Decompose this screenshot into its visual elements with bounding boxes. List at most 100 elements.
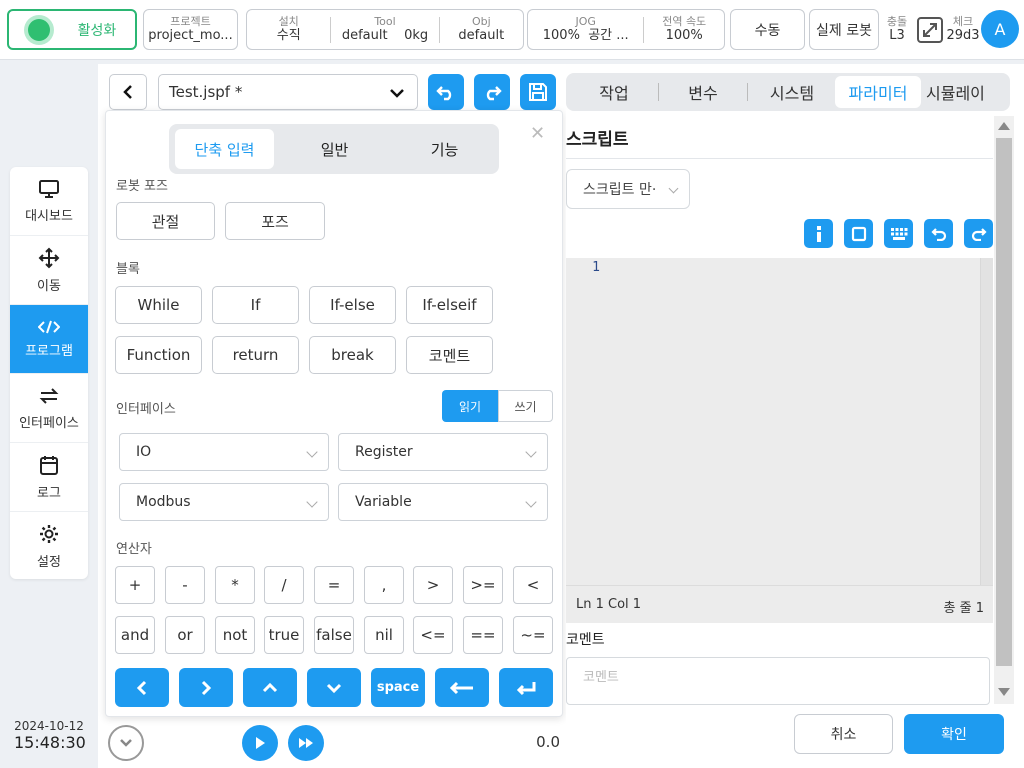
- op-comma-button[interactable]: ,: [364, 566, 404, 604]
- variable-select[interactable]: Variable: [338, 483, 548, 521]
- script-undo-button[interactable]: [924, 219, 953, 248]
- close-icon[interactable]: ✕: [530, 123, 545, 144]
- if-elseif-button[interactable]: If-elseif: [406, 286, 493, 324]
- op-false-button[interactable]: false: [314, 616, 354, 654]
- sidebar: 대시보드 이동 프로그램 인터페이스 로그 설정: [10, 167, 88, 579]
- project-button[interactable]: 프로젝트 project_mo...: [143, 9, 238, 50]
- chevron-down-icon: [390, 89, 404, 98]
- calendar-icon: [40, 455, 58, 475]
- tab-variables[interactable]: 변수: [661, 77, 745, 107]
- joint-button[interactable]: 관절: [116, 202, 215, 240]
- cursor-down-button[interactable]: [307, 668, 361, 707]
- real-robot-button[interactable]: 실제 로봇: [809, 9, 879, 50]
- divider: [566, 158, 993, 159]
- op-equals-button[interactable]: =: [314, 566, 354, 604]
- cancel-button[interactable]: 취소: [794, 714, 893, 754]
- tab-general[interactable]: 일반: [285, 129, 384, 169]
- save-button[interactable]: [520, 74, 556, 110]
- back-button[interactable]: [109, 74, 147, 110]
- tool-settings-box[interactable]: 설치 수직 Tool default 0kg Obj default: [246, 9, 524, 50]
- sidebar-item-log[interactable]: 로그: [10, 443, 88, 512]
- sidebar-item-move[interactable]: 이동: [10, 236, 88, 305]
- cursor-up-button[interactable]: [243, 668, 297, 707]
- if-else-button[interactable]: If-else: [309, 286, 396, 324]
- read-toggle[interactable]: 읽기: [442, 390, 498, 422]
- sidebar-item-interface[interactable]: 인터페이스: [10, 374, 88, 443]
- comment-button[interactable]: 코멘트: [406, 336, 493, 374]
- activate-button[interactable]: 활성화: [7, 9, 137, 50]
- op-plus-button[interactable]: +: [115, 566, 155, 604]
- op-less-button[interactable]: <: [513, 566, 553, 604]
- op-not-equal-button[interactable]: ~=: [513, 616, 553, 654]
- op-true-button[interactable]: true: [264, 616, 304, 654]
- scroll-down-icon[interactable]: [998, 688, 1010, 696]
- collision-level[interactable]: 충돌 L3: [882, 13, 912, 47]
- op-greater-button[interactable]: >: [413, 566, 453, 604]
- op-or-button[interactable]: or: [165, 616, 205, 654]
- op-multiply-button[interactable]: *: [215, 566, 255, 604]
- sidebar-item-dashboard[interactable]: 대시보드: [10, 167, 88, 236]
- avatar[interactable]: A: [981, 10, 1019, 48]
- op-minus-button[interactable]: -: [165, 566, 205, 604]
- modbus-select[interactable]: Modbus: [119, 483, 329, 521]
- top-bar: 활성화 프로젝트 project_mo... 설치 수직 Tool defaul…: [0, 0, 1024, 60]
- chevron-down-icon: [326, 683, 342, 693]
- while-button[interactable]: While: [115, 286, 202, 324]
- chevron-down-circle-icon: [120, 739, 132, 747]
- redo-button[interactable]: [474, 74, 510, 110]
- play-button[interactable]: [242, 725, 278, 761]
- confirm-button[interactable]: 확인: [904, 714, 1004, 754]
- sidebar-item-settings[interactable]: 설정: [10, 512, 88, 579]
- op-not-button[interactable]: not: [215, 616, 255, 654]
- speed-value: 100%: [665, 27, 703, 43]
- tab-quick-input[interactable]: 단축 입력: [175, 129, 274, 169]
- tab-parameters[interactable]: 파라미터: [835, 76, 921, 108]
- op-equal-equal-button[interactable]: ==: [463, 616, 503, 654]
- chevron-down-icon: [306, 446, 318, 458]
- script-type-select[interactable]: 스크립트 만·: [566, 169, 690, 209]
- fullscreen-button[interactable]: [844, 219, 873, 248]
- editor-scrollbar[interactable]: [980, 258, 993, 585]
- sidebar-item-program[interactable]: 프로그램: [10, 305, 88, 374]
- code-editor[interactable]: [566, 258, 993, 585]
- register-select[interactable]: Register: [338, 433, 548, 471]
- io-select[interactable]: IO: [119, 433, 329, 471]
- keyboard-button[interactable]: [884, 219, 913, 248]
- jog-speed-box[interactable]: JOG 100% 공간 ... 전역 속도 100%: [527, 9, 725, 50]
- op-less-equal-button[interactable]: <=: [413, 616, 453, 654]
- cursor-left-button[interactable]: [115, 668, 169, 707]
- backspace-button[interactable]: [435, 668, 489, 707]
- op-divide-button[interactable]: /: [264, 566, 304, 604]
- tab-work[interactable]: 작업: [572, 77, 656, 107]
- tab-system[interactable]: 시스템: [750, 77, 834, 107]
- tab-function[interactable]: 기능: [395, 129, 494, 169]
- step-forward-button[interactable]: [288, 725, 324, 761]
- expand-icon[interactable]: [916, 16, 944, 48]
- op-and-button[interactable]: and: [115, 616, 155, 654]
- function-button[interactable]: Function: [115, 336, 202, 374]
- fast-forward-icon: [299, 738, 313, 748]
- info-button[interactable]: [804, 219, 833, 248]
- write-toggle[interactable]: 쓰기: [498, 390, 553, 422]
- op-greater-equal-button[interactable]: >=: [463, 566, 503, 604]
- swap-icon: [39, 387, 59, 404]
- cursor-right-button[interactable]: [179, 668, 233, 707]
- file-select[interactable]: Test.jspf *: [158, 74, 418, 110]
- pose-button[interactable]: 포즈: [225, 202, 325, 240]
- script-redo-button[interactable]: [964, 219, 993, 248]
- op-nil-button[interactable]: nil: [364, 616, 404, 654]
- return-button[interactable]: return: [212, 336, 299, 374]
- scroll-up-icon[interactable]: [998, 122, 1010, 130]
- break-button[interactable]: break: [309, 336, 396, 374]
- if-button[interactable]: If: [212, 286, 299, 324]
- space-button[interactable]: space: [371, 668, 425, 707]
- comment-input[interactable]: 코멘트: [566, 657, 990, 705]
- tab-simulation[interactable]: 시뮬레이: [926, 77, 1006, 107]
- divider: [747, 83, 748, 101]
- enter-icon: [516, 681, 536, 695]
- collapse-button[interactable]: [108, 725, 144, 761]
- scrollbar-thumb[interactable]: [996, 138, 1012, 666]
- enter-button[interactable]: [499, 668, 553, 707]
- manual-mode-button[interactable]: 수동: [730, 9, 805, 50]
- undo-button[interactable]: [428, 74, 464, 110]
